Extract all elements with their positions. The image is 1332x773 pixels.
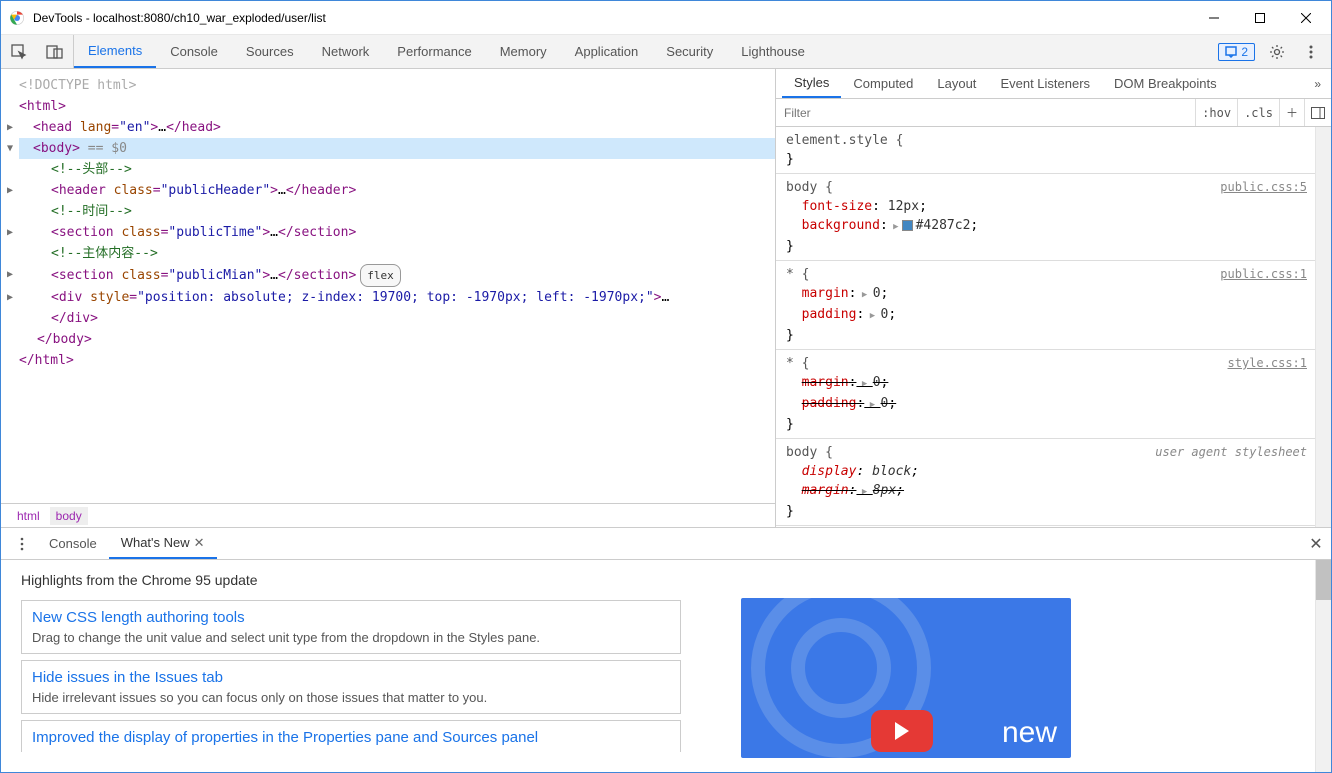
card-title: Improved the display of properties in th… (32, 729, 670, 746)
minimize-button[interactable] (1191, 2, 1237, 34)
dom-tree[interactable]: <!DOCTYPE html> <html> ▶<head lang="en">… (1, 69, 775, 503)
comment: <!--头部--> (51, 162, 132, 177)
drawer: Console What's New✕ ✕ Highlights from th… (1, 527, 1331, 772)
titlebar: DevTools - localhost:8080/ch10_war_explo… (1, 1, 1331, 35)
maximize-button[interactable] (1237, 2, 1283, 34)
doctype: <!DOCTYPE html> (19, 78, 136, 93)
stab-dom[interactable]: DOM Breakpoints (1102, 69, 1229, 98)
issues-count: 2 (1241, 45, 1248, 59)
breadcrumb: html body (1, 503, 775, 527)
crumb-body[interactable]: body (50, 507, 88, 525)
whatsnew-video[interactable]: new (741, 598, 1071, 758)
elements-panel: <!DOCTYPE html> <html> ▶<head lang="en">… (1, 69, 776, 527)
source-link[interactable]: style.css:1 (1228, 354, 1307, 373)
tab-sources[interactable]: Sources (232, 35, 308, 68)
styles-more-icon[interactable]: » (1304, 69, 1331, 98)
stab-styles[interactable]: Styles (782, 69, 841, 98)
drawer-close-button[interactable]: ✕ (1301, 528, 1331, 559)
card-desc: Drag to change the unit value and select… (32, 630, 670, 645)
hov-button[interactable]: :hov (1195, 99, 1237, 126)
body-node-selected[interactable]: ▼<body> == $0 (19, 138, 775, 159)
stab-layout[interactable]: Layout (925, 69, 988, 98)
close-icon[interactable]: ✕ (194, 535, 205, 551)
color-swatch[interactable] (902, 220, 913, 231)
whatsnew-card[interactable]: New CSS length authoring tools Drag to c… (21, 600, 681, 654)
tab-security[interactable]: Security (652, 35, 727, 68)
tab-elements[interactable]: Elements (74, 35, 156, 68)
play-icon[interactable] (871, 710, 933, 752)
cls-button[interactable]: .cls (1237, 99, 1279, 126)
card-title: Hide issues in the Issues tab (32, 669, 670, 686)
device-icon[interactable] (43, 40, 67, 64)
ua-stylesheet-label: user agent stylesheet (1155, 443, 1307, 462)
drawer-tab-console[interactable]: Console (37, 528, 109, 559)
toggle-sidebar-icon[interactable] (1304, 99, 1331, 126)
more-icon[interactable] (1299, 40, 1323, 64)
styles-pane: Styles Computed Layout Event Listeners D… (776, 69, 1331, 527)
styles-rules[interactable]: element.style { } public.css:5 body { fo… (776, 127, 1315, 527)
panel-tabs: Elements Console Sources Network Perform… (74, 35, 819, 68)
new-rule-button[interactable]: ＋ (1279, 99, 1304, 126)
card-title: New CSS length authoring tools (32, 609, 670, 626)
tab-lighthouse[interactable]: Lighthouse (727, 35, 819, 68)
gear-icon[interactable] (1265, 40, 1289, 64)
drawer-menu-icon[interactable] (7, 528, 37, 559)
drawer-tab-whatsnew[interactable]: What's New✕ (109, 528, 217, 559)
inspect-icon[interactable] (7, 40, 31, 64)
stab-event[interactable]: Event Listeners (988, 69, 1102, 98)
whatsnew-card[interactable]: Hide issues in the Issues tab Hide irrel… (21, 660, 681, 714)
main-toolbar: Elements Console Sources Network Perform… (1, 35, 1331, 69)
issues-badge[interactable]: 2 (1218, 43, 1255, 61)
close-button[interactable] (1283, 2, 1329, 34)
promo-text: new (1002, 716, 1057, 750)
whatsnew-heading: Highlights from the Chrome 95 update (21, 572, 681, 588)
card-desc: Hide irrelevant issues so you can focus … (32, 690, 670, 705)
source-link[interactable]: public.css:5 (1220, 178, 1307, 197)
stab-computed[interactable]: Computed (841, 69, 925, 98)
whatsnew-card[interactable]: Improved the display of properties in th… (21, 720, 681, 752)
styles-filter-input[interactable] (776, 106, 1195, 120)
tab-network[interactable]: Network (308, 35, 384, 68)
chrome-icon (9, 10, 25, 26)
tab-console[interactable]: Console (156, 35, 232, 68)
crumb-html[interactable]: html (11, 507, 46, 525)
flex-badge[interactable]: flex (360, 264, 401, 287)
tab-memory[interactable]: Memory (486, 35, 561, 68)
html-open[interactable]: <html> (19, 99, 66, 114)
source-link[interactable]: public.css:1 (1220, 265, 1307, 284)
drawer-scrollbar[interactable] (1315, 560, 1331, 772)
styles-scrollbar[interactable] (1315, 127, 1331, 527)
tab-application[interactable]: Application (561, 35, 653, 68)
tab-performance[interactable]: Performance (383, 35, 485, 68)
window-title: DevTools - localhost:8080/ch10_war_explo… (33, 11, 1191, 25)
